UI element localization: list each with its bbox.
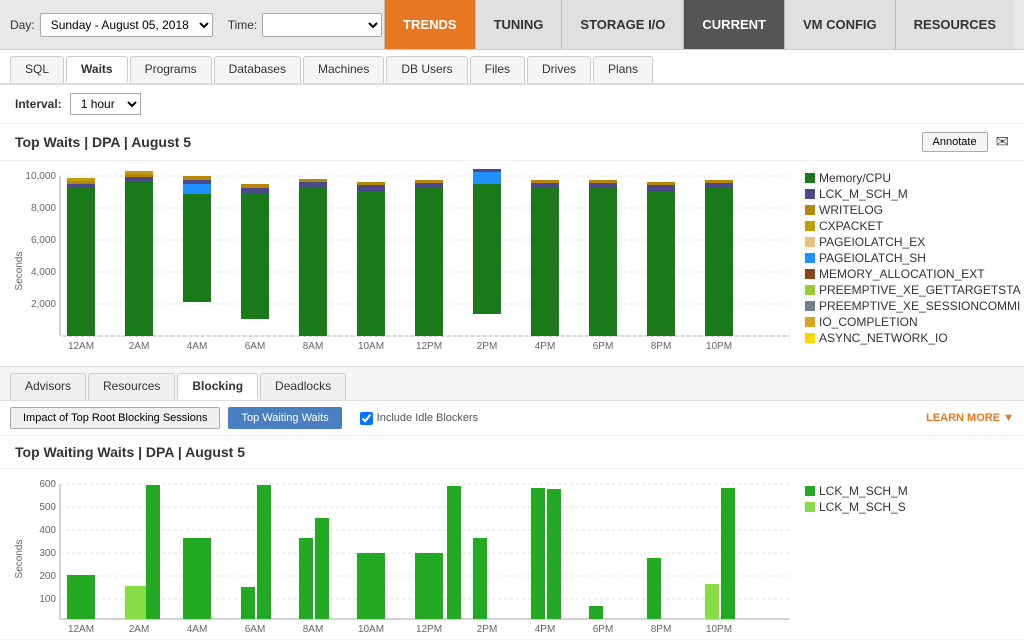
blocking-tab-deadlocks[interactable]: Deadlocks [260,373,346,400]
annotate-button[interactable]: Annotate [922,132,988,152]
nav-tab-storage-io[interactable]: STORAGE I/O [561,0,683,49]
legend-pageiolatch-ex: PAGEIOLATCH_EX [819,235,925,249]
bottom-chart-header: Top Waiting Waits | DPA | August 5 [0,436,1024,469]
sub-tab-drives[interactable]: Drives [527,56,591,83]
svg-text:4AM: 4AM [187,624,208,635]
svg-text:500: 500 [39,502,56,513]
svg-text:8AM: 8AM [303,341,324,352]
svg-text:6PM: 6PM [593,341,614,352]
blocking-tab-advisors[interactable]: Advisors [10,373,86,400]
legend-pageiolatch-sh: PAGEIOLATCH_SH [819,251,926,265]
top-chart-section: Top Waits | DPA | August 5 Annotate ✉ Se… [0,124,1024,366]
interval-row: Interval: 1 hour 30 min 15 min [0,85,1024,124]
svg-text:Seconds: Seconds [14,540,25,579]
legend-lck-m-sch-m-bottom: LCK_M_SCH_M [819,484,908,498]
svg-text:4,000: 4,000 [31,267,56,278]
time-select[interactable] [262,13,382,37]
svg-text:8AM: 8AM [303,624,324,635]
svg-text:12PM: 12PM [416,341,442,352]
nav-tab-resources[interactable]: RESOURCES [895,0,1014,49]
svg-text:2AM: 2AM [129,624,150,635]
svg-text:12PM: 12PM [416,624,442,635]
interval-label: Interval: [15,97,62,111]
learn-more-link[interactable]: LEARN MORE ▼ [926,412,1014,424]
mail-icon[interactable]: ✉ [996,132,1009,152]
svg-text:12AM: 12AM [68,341,94,352]
svg-text:6AM: 6AM [245,341,266,352]
svg-text:4AM: 4AM [187,341,208,352]
sub-tab-sql[interactable]: SQL [10,56,64,83]
svg-text:300: 300 [39,548,56,559]
svg-text:2AM: 2AM [129,341,150,352]
top-chart-title: Top Waits | DPA | August 5 [15,134,191,150]
bottom-chart-title: Top Waiting Waits | DPA | August 5 [15,444,245,460]
blocking-tabs-bar: Advisors Resources Blocking Deadlocks [0,366,1024,401]
sub-tab-waits[interactable]: Waits [66,56,128,83]
legend-preemptive-xe-ses: PREEMPTIVE_XE_SESSIONCOMMI [819,299,1020,313]
legend-lck-m-sch-m: LCK_M_SCH_M [819,187,908,201]
sub-tab-machines[interactable]: Machines [303,56,384,83]
top-chart-svg: Seconds 10,000 8,000 6,000 4,000 2,000 [10,166,800,366]
legend-memory-alloc: MEMORY_ALLOCATION_EXT [819,267,985,281]
svg-text:8PM: 8PM [651,341,672,352]
sub-tab-databases[interactable]: Databases [214,56,301,83]
action-row: Impact of Top Root Blocking Sessions Top… [0,401,1024,436]
svg-text:2,000: 2,000 [31,299,56,310]
svg-text:4PM: 4PM [535,624,556,635]
svg-text:200: 200 [39,571,56,582]
idle-check-group: Include Idle Blockers [360,412,479,425]
idle-blockers-checkbox[interactable] [360,412,373,425]
nav-tab-trends[interactable]: TRENDS [384,0,474,49]
sub-tab-plans[interactable]: Plans [593,56,653,83]
bottom-chart-svg: Seconds 600 500 400 300 200 100 [10,474,800,639]
svg-text:10,000: 10,000 [25,171,56,182]
svg-text:Seconds: Seconds [14,252,25,291]
svg-text:6AM: 6AM [245,624,266,635]
nav-tab-vm-config[interactable]: VM CONFIG [784,0,895,49]
svg-text:6PM: 6PM [593,624,614,635]
legend-async-network-io: ASYNC_NETWORK_IO [819,331,948,345]
svg-text:2PM: 2PM [477,341,498,352]
interval-select[interactable]: 1 hour 30 min 15 min [70,93,141,115]
bottom-chart-section: Top Waiting Waits | DPA | August 5 Secon… [0,436,1024,639]
blocking-tab-blocking[interactable]: Blocking [177,373,258,400]
svg-text:600: 600 [39,479,56,490]
time-label: Time: [228,18,258,32]
sub-tabs-bar: SQL Waits Programs Databases Machines DB… [0,50,1024,85]
svg-text:8,000: 8,000 [31,203,56,214]
svg-text:8PM: 8PM [651,624,672,635]
legend-lck-m-sch-s-bottom: LCK_M_SCH_S [819,500,906,514]
svg-text:6,000: 6,000 [31,235,56,246]
top-chart-legend: Memory/CPU LCK_M_SCH_M WRITELOG CXPACKET… [800,166,1000,366]
day-select[interactable]: Sunday - August 05, 2018 [40,13,213,37]
nav-tab-tuning[interactable]: TUNING [475,0,562,49]
legend-preemptive-xe-get: PREEMPTIVE_XE_GETTARGETSTA [819,283,1021,297]
nav-tab-current[interactable]: CURRENT [683,0,784,49]
svg-text:10PM: 10PM [706,341,732,352]
waiting-waits-button[interactable]: Top Waiting Waits [228,407,341,429]
idle-blockers-label: Include Idle Blockers [377,412,479,424]
svg-text:4PM: 4PM [535,341,556,352]
top-chart-header: Top Waits | DPA | August 5 Annotate ✉ [0,124,1024,161]
svg-text:10AM: 10AM [358,624,384,635]
sub-tab-programs[interactable]: Programs [130,56,212,83]
svg-text:100: 100 [39,594,56,605]
sub-tab-files[interactable]: Files [470,56,525,83]
svg-text:2PM: 2PM [477,624,498,635]
legend-writelog: WRITELOG [819,203,883,217]
blocking-tab-resources[interactable]: Resources [88,373,175,400]
impact-button[interactable]: Impact of Top Root Blocking Sessions [10,407,220,429]
svg-text:400: 400 [39,525,56,536]
legend-cxpacket: CXPACKET [819,219,883,233]
svg-text:10AM: 10AM [358,341,384,352]
sub-tab-db-users[interactable]: DB Users [386,56,467,83]
svg-text:12AM: 12AM [68,624,94,635]
svg-text:10PM: 10PM [706,624,732,635]
legend-io-completion: IO_COMPLETION [819,315,918,329]
bottom-chart-legend: LCK_M_SCH_M LCK_M_SCH_S [800,474,1000,639]
legend-memory-cpu: Memory/CPU [819,171,891,185]
day-label: Day: [10,18,35,32]
